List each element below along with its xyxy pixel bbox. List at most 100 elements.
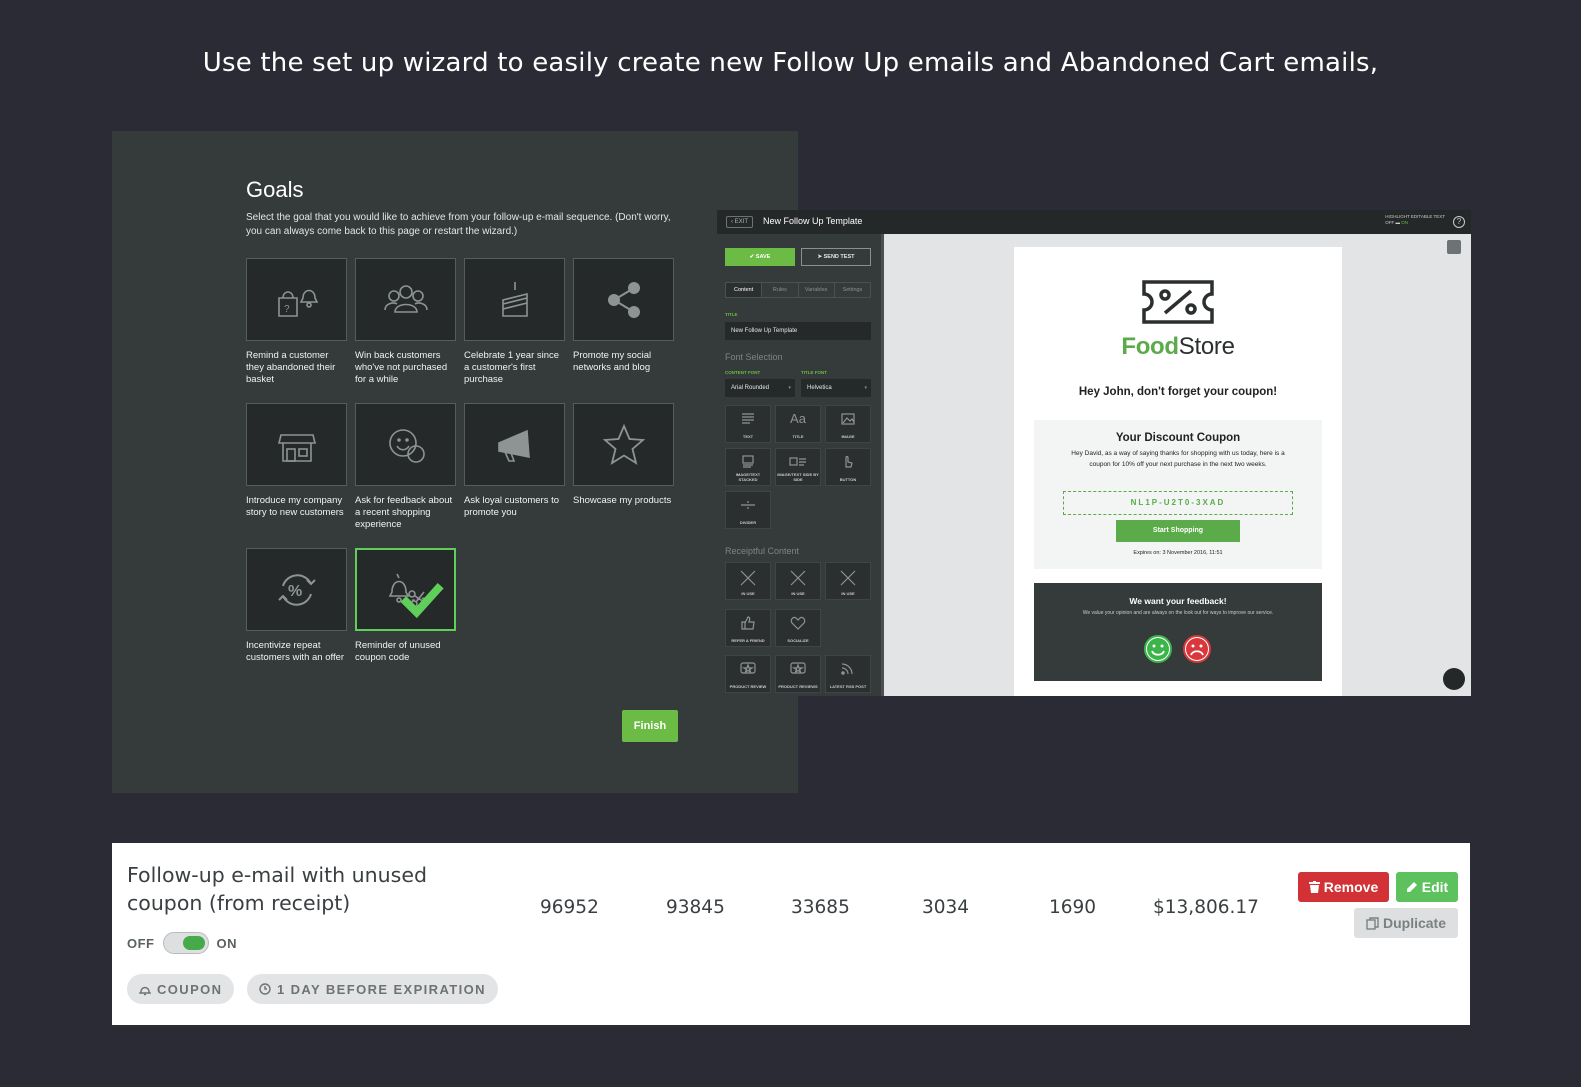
x-icon — [840, 570, 856, 586]
finish-button[interactable]: Finish — [622, 710, 678, 742]
tab-variables[interactable]: Variables — [799, 283, 835, 297]
coupon-ticket-icon — [1014, 279, 1342, 330]
goal-tile-selected[interactable] — [355, 548, 456, 631]
block-button[interactable]: BUTTON — [825, 448, 871, 486]
goal-tile[interactable] — [573, 258, 674, 341]
block-label: IMAGE/TEXT SIDE BY SIDE — [777, 472, 819, 482]
goal-label: Ask for feedback about a recent shopping… — [355, 495, 453, 530]
svg-text:?: ? — [284, 304, 290, 315]
goal-tile[interactable] — [246, 403, 347, 486]
editor-topbar: ‹ EXIT New Follow Up Template HIGHLIGHT … — [717, 210, 1471, 234]
block-image-text-stacked[interactable]: IMAGE/TEXT STACKED — [725, 448, 771, 486]
goal-tile[interactable] — [464, 403, 565, 486]
feedback-title: We want your feedback! — [1129, 596, 1227, 606]
block-product-review[interactable]: PRODUCT REVIEW — [725, 655, 771, 693]
template-editor-window: ‹ EXIT New Follow Up Template HIGHLIGHT … — [717, 210, 1471, 696]
goal-showcase[interactable]: Showcase my products — [573, 403, 674, 507]
x-icon — [790, 570, 806, 586]
block-label: BUTTON — [839, 477, 857, 482]
title-font-select[interactable]: Helvetica ▾ — [801, 379, 871, 397]
goal-promote-social[interactable]: Promote my social networks and blog — [573, 258, 674, 374]
toggle-on-label: ON — [216, 935, 237, 951]
tab-rules[interactable]: Rules — [762, 283, 799, 297]
thumbs-up-icon — [741, 616, 755, 630]
block-image[interactable]: IMAGE — [825, 405, 871, 443]
active-toggle-row: OFF ON — [127, 932, 237, 954]
goal-tile[interactable]: ? — [246, 258, 347, 341]
goal-feedback[interactable]: Ask for feedback about a recent shopping… — [355, 403, 456, 531]
title-aa-icon: Aa — [790, 411, 806, 426]
goals-title: Goals — [246, 177, 304, 202]
block-divider[interactable]: DIVIDER — [725, 491, 771, 529]
block-label: IN USE — [741, 591, 755, 596]
duplicate-button[interactable]: Duplicate — [1354, 908, 1458, 938]
active-toggle[interactable] — [162, 932, 209, 954]
block-title[interactable]: Aa TITLE — [775, 405, 821, 443]
percent-cycle-icon: % — [277, 573, 316, 606]
remove-label: Remove — [1323, 879, 1379, 895]
block-text[interactable]: TEXT — [725, 405, 771, 443]
block-label: LATEST RSS POST — [829, 684, 867, 689]
goal-tile[interactable] — [573, 403, 674, 486]
tab-settings[interactable]: Settings — [835, 283, 870, 297]
goal-tile[interactable] — [464, 258, 565, 341]
goal-company-story[interactable]: Introduce my company story to new custom… — [246, 403, 347, 519]
tag-expiration: 1 DAY BEFORE EXPIRATION — [247, 974, 498, 1004]
title-field[interactable]: New Follow Up Template — [725, 322, 871, 340]
block-label: PRODUCT REVIEW — [729, 684, 767, 689]
goal-label: Remind a customer they abandoned their b… — [246, 350, 336, 385]
trash-icon — [1308, 881, 1320, 893]
block-image-text-side[interactable]: IMAGE/TEXT SIDE BY SIDE — [775, 448, 821, 486]
happy-face-icon[interactable] — [1144, 635, 1172, 663]
bell-icon — [139, 986, 151, 995]
chat-icon[interactable] — [1443, 668, 1465, 690]
sad-face-icon[interactable] — [1183, 635, 1211, 663]
save-button[interactable]: ✔ SAVE — [725, 248, 795, 266]
content-font-select[interactable]: Arial Rounded ▾ — [725, 379, 795, 397]
share-icon — [607, 281, 640, 318]
follow-up-title: Follow-up e-mail with unused coupon (fro… — [127, 863, 427, 915]
goal-tile[interactable]: % — [246, 548, 347, 631]
block-socialize[interactable]: SOCIALIZE — [775, 609, 821, 647]
goal-remind-basket[interactable]: ? Remind a customer they abandoned their… — [246, 258, 347, 386]
exit-button[interactable]: ‹ EXIT — [726, 216, 753, 228]
goal-tile[interactable] — [355, 403, 456, 486]
email-greeting: Hey John, don't forget your coupon! — [1078, 386, 1278, 398]
toggle-knob — [182, 936, 205, 950]
coupon-code: NL1P-U2T0-3XAD — [1063, 491, 1293, 515]
block-label: PRODUCT REVIEWS — [778, 684, 818, 689]
block-label: SOCIALIZE — [787, 638, 809, 643]
stat-value: 93845 — [666, 897, 725, 918]
image-text-stacked-icon — [742, 455, 754, 468]
block-in-use-1[interactable]: IN USE — [725, 562, 771, 600]
goal-tile[interactable] — [355, 258, 456, 341]
goal-unused-coupon[interactable]: Reminder of unused coupon code — [355, 548, 456, 664]
block-product-reviews[interactable]: PRODUCT REVIEWS — [775, 655, 821, 693]
goal-loyal-promote[interactable]: Ask loyal customers to promote you — [464, 403, 565, 519]
block-label: IN USE — [791, 591, 805, 596]
block-latest-rss[interactable]: LATEST RSS POST — [825, 655, 871, 693]
pencil-icon — [1406, 882, 1417, 892]
help-icon[interactable]: ? — [1453, 216, 1465, 228]
edit-tool-icon[interactable] — [1447, 240, 1461, 254]
remove-button[interactable]: Remove — [1298, 872, 1389, 902]
block-in-use-2[interactable]: IN USE — [775, 562, 821, 600]
megaphone-icon — [497, 429, 530, 462]
goal-celebrate[interactable]: Celebrate 1 year since a customer's firs… — [464, 258, 565, 386]
edit-label: Edit — [1421, 879, 1449, 895]
goal-label: Win back customers who've not purchased … — [355, 350, 448, 385]
stat-value: 3034 — [922, 897, 970, 918]
block-refer-friend[interactable]: REFER A FRIEND — [725, 609, 771, 647]
highlight-toggle[interactable]: HIGHLIGHT EDITABLE TEXT OFF ▬ ON — [1385, 214, 1445, 226]
block-in-use-3[interactable]: IN USE — [825, 562, 871, 600]
basket-bell-icon: ? — [277, 289, 318, 317]
caret-down-icon: ▾ — [788, 385, 791, 391]
image-icon — [841, 413, 855, 425]
send-test-button[interactable]: ➤ SEND TEST — [801, 248, 871, 266]
goal-incentivize[interactable]: % Incentivize repeat customers with an o… — [246, 548, 347, 664]
tab-content[interactable]: Content — [726, 283, 763, 297]
goal-win-back[interactable]: Win back customers who've not purchased … — [355, 258, 456, 386]
tag-label: 1 DAY BEFORE EXPIRATION — [277, 981, 486, 997]
start-shopping-button[interactable]: Start Shopping — [1116, 520, 1240, 542]
edit-button[interactable]: Edit — [1396, 872, 1458, 902]
